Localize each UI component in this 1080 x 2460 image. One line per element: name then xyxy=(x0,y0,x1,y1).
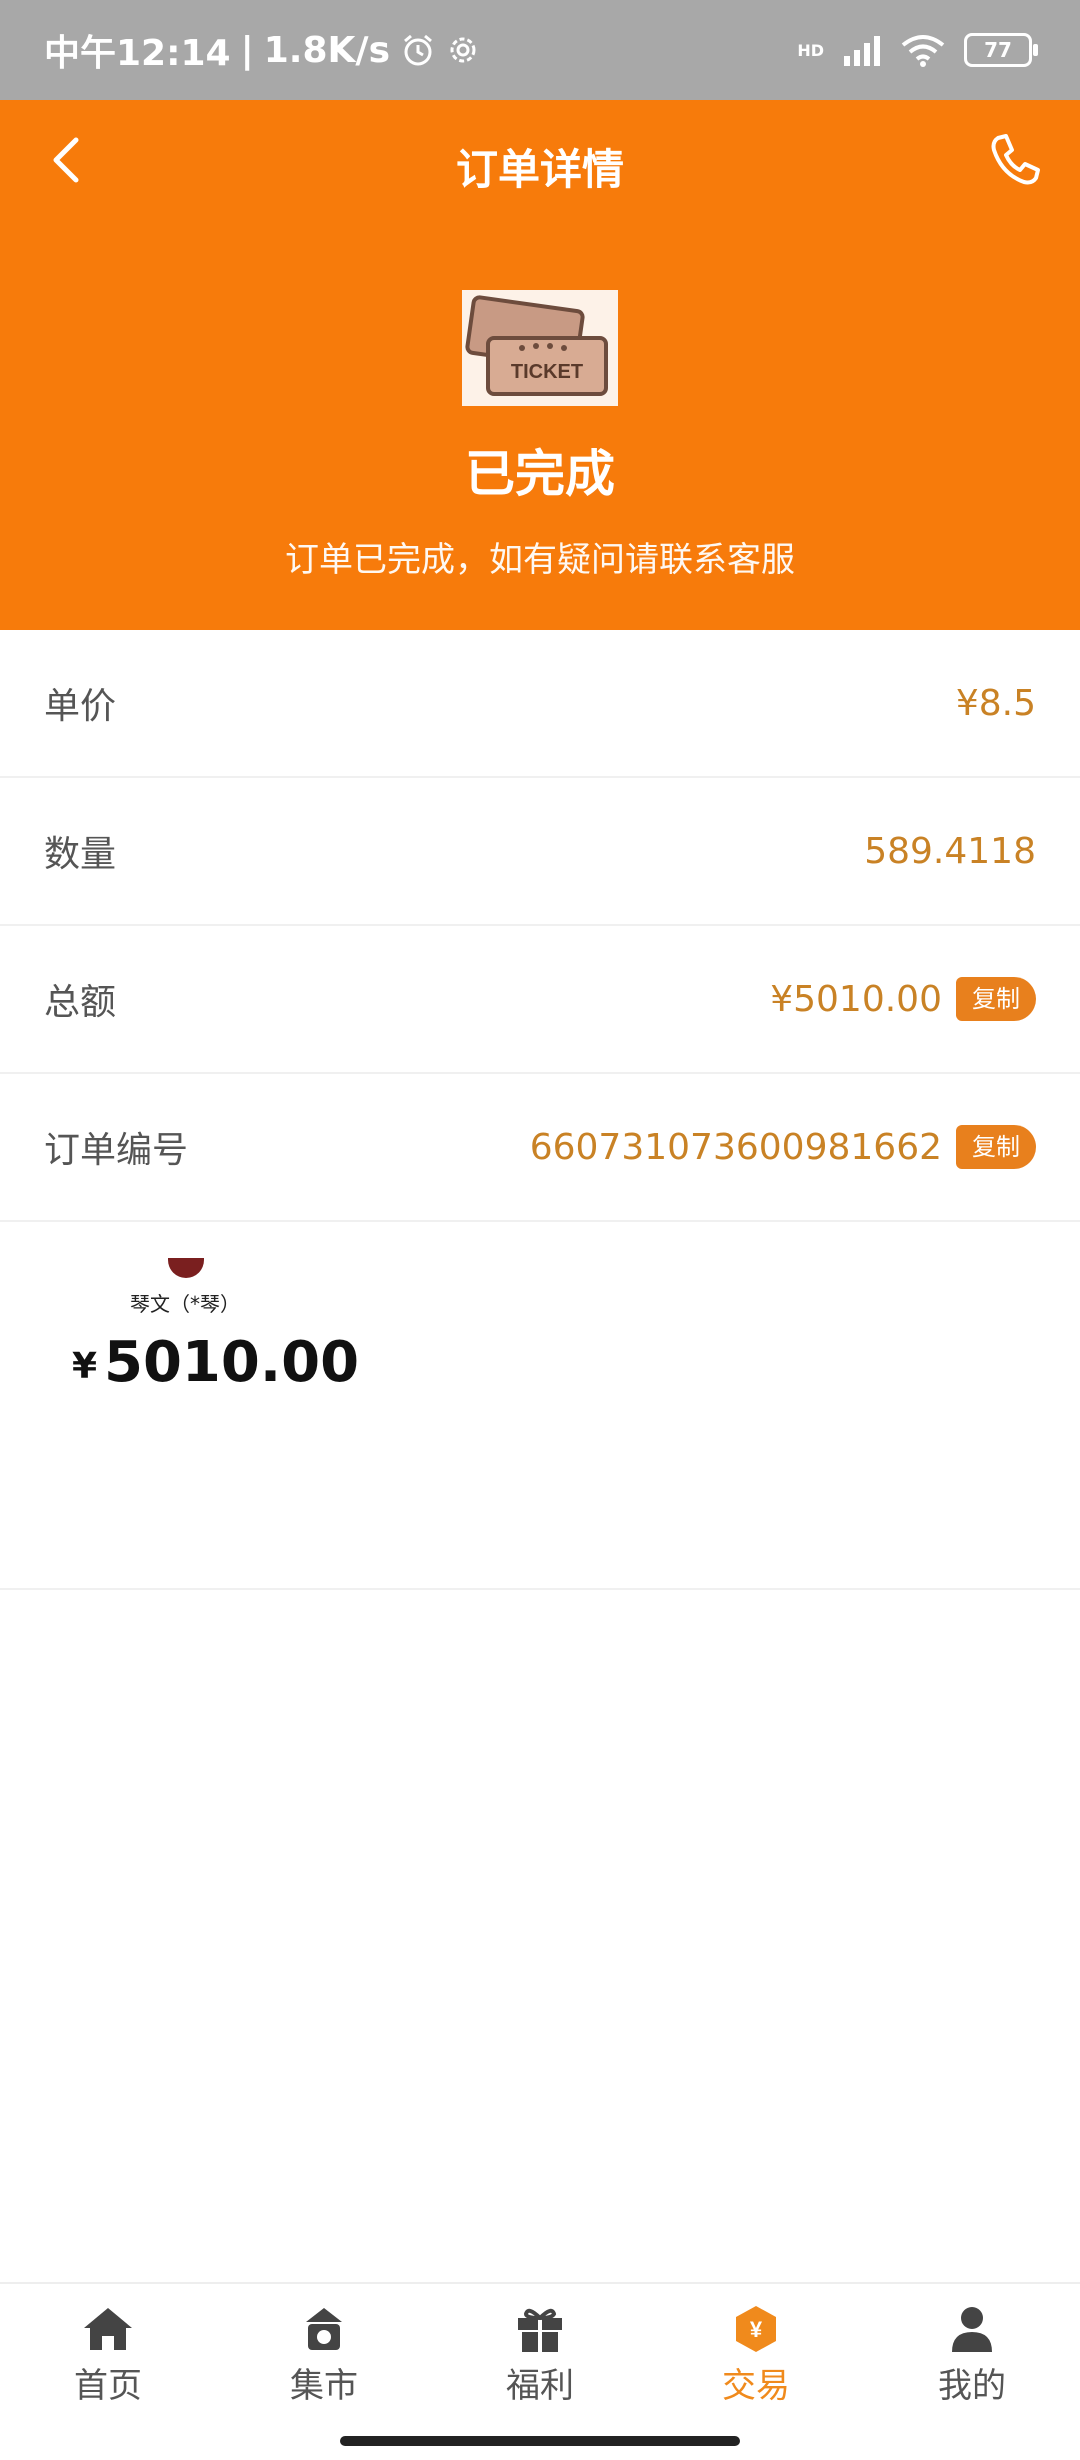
network-badge: HD xyxy=(797,40,824,60)
order-header: 订单详情 TICKET 已完成 订单已完成，如有疑问请联系客服 xyxy=(0,100,1080,630)
nav-item-welfare[interactable]: 福利 xyxy=(432,2284,648,2414)
wifi-icon xyxy=(901,35,945,67)
ticket-label: TICKET xyxy=(511,361,583,383)
detail-value: ¥8.5 xyxy=(955,682,1036,724)
copy-order-number-button[interactable]: 复制 xyxy=(956,1125,1036,1169)
status-time: 中午12:14 xyxy=(44,33,231,74)
ticket-image: TICKET xyxy=(462,290,618,406)
order-status: 已完成 xyxy=(465,445,615,503)
nav-label: 我的 xyxy=(938,2366,1006,2406)
detail-value: 589.4118 xyxy=(864,830,1036,872)
profile-icon xyxy=(952,2307,992,2352)
status-right: HD 77 xyxy=(797,22,1038,78)
page-title: 订单详情 xyxy=(455,145,624,194)
market-icon xyxy=(306,2308,342,2350)
status-left: 中午12:14 | 1.8K/s xyxy=(44,22,480,78)
detail-row-order-number: 订单编号 660731073600981662 复制 xyxy=(0,1074,1080,1222)
detail-value-group: 589.4118 xyxy=(864,831,1036,872)
bottom-nav: 首页 集市 福利 ¥ 交易 我的 xyxy=(0,2282,1080,2414)
status-speed: 1.8K/s xyxy=(263,29,390,71)
avatar xyxy=(168,1258,204,1278)
order-status-message: 订单已完成，如有疑问请联系客服 xyxy=(285,540,795,580)
detail-label: 订单编号 xyxy=(44,1130,189,1171)
nav-item-market[interactable]: 集市 xyxy=(216,2284,432,2414)
detail-value-group: ¥8.5 xyxy=(956,683,1036,724)
nav-label: 福利 xyxy=(506,2366,574,2406)
settings-icon xyxy=(450,37,476,63)
copy-total-button[interactable]: 复制 xyxy=(956,977,1036,1021)
detail-value-group: ¥5010.00 复制 xyxy=(770,977,1036,1021)
detail-value-group: 660731073600981662 复制 xyxy=(530,1125,1036,1169)
nav-label: 首页 xyxy=(74,2366,142,2406)
home-icon xyxy=(84,2308,132,2350)
home-indicator[interactable] xyxy=(340,2436,740,2446)
svg-text:¥: ¥ xyxy=(750,2317,763,2342)
detail-row-unit-price: 单价 ¥8.5 xyxy=(0,630,1080,778)
currency-symbol: ¥ xyxy=(72,1346,98,1387)
nav-item-profile[interactable]: 我的 xyxy=(864,2284,1080,2414)
nav-item-trade[interactable]: ¥ 交易 xyxy=(648,2284,864,2414)
nav-label: 集市 xyxy=(290,2366,358,2406)
trade-icon: ¥ xyxy=(736,2306,776,2352)
detail-row-quantity: 数量 589.4118 xyxy=(0,778,1080,926)
nav-label: 交易 xyxy=(722,2366,790,2406)
detail-label: 单价 xyxy=(44,686,117,727)
status-divider: | xyxy=(240,29,254,71)
alarm-icon xyxy=(404,34,432,66)
battery-icon: 77 xyxy=(964,33,1038,67)
detail-value: 660731073600981662 xyxy=(529,1126,942,1168)
status-bar: 中午12:14 | 1.8K/s HD 77 xyxy=(0,0,1080,100)
detail-label: 总额 xyxy=(44,982,117,1023)
payment-summary: 琴文（*琴） ¥ 5010.00 xyxy=(0,1222,1080,1590)
payment-amount: 5010.00 xyxy=(104,1330,360,1395)
call-button[interactable] xyxy=(984,130,1044,190)
nav-item-home[interactable]: 首页 xyxy=(0,2284,216,2414)
detail-value: ¥5010.00 xyxy=(770,978,942,1020)
detail-label: 数量 xyxy=(44,834,117,875)
phone-icon xyxy=(991,134,1040,185)
order-details: 单价 ¥8.5 数量 589.4118 总额 ¥5010.00 复制 订单编号 … xyxy=(0,630,1080,1222)
payee-name: 琴文（*琴） xyxy=(130,1292,240,1316)
gift-icon xyxy=(518,2308,562,2352)
detail-row-total: 总额 ¥5010.00 复制 xyxy=(0,926,1080,1074)
signal-icon xyxy=(844,36,880,66)
